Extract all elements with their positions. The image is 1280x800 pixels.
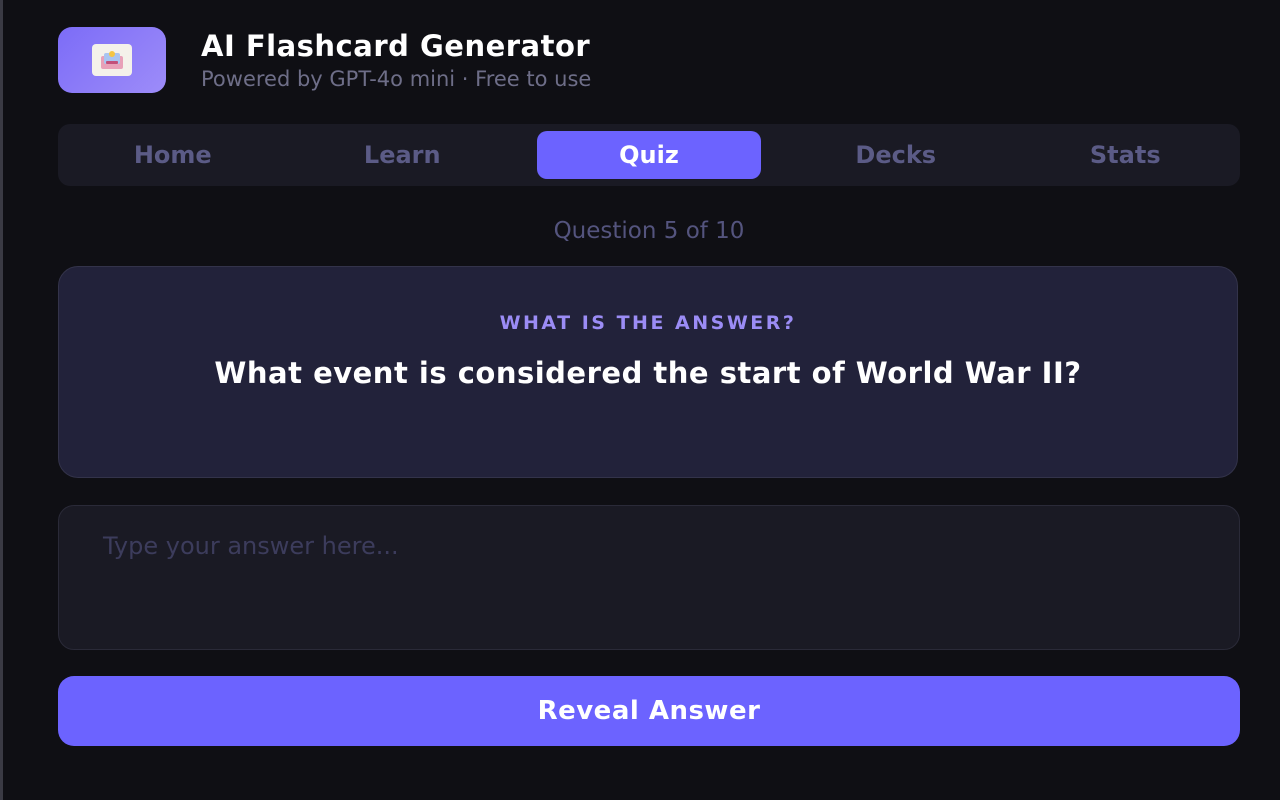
tab-stats[interactable]: Stats: [1015, 131, 1237, 179]
app-title: AI Flashcard Generator: [201, 29, 591, 63]
question-card: WHAT IS THE ANSWER? What event is consid…: [58, 266, 1238, 478]
nav-tabs: Home Learn Quiz Decks Stats: [58, 124, 1240, 186]
card-label: WHAT IS THE ANSWER?: [499, 312, 797, 334]
tab-home[interactable]: Home: [62, 131, 284, 179]
window-edge: [0, 0, 3, 800]
question-progress: Question 5 of 10: [553, 218, 745, 244]
tab-learn[interactable]: Learn: [292, 131, 514, 179]
app-subtitle: Powered by GPT-4o mini · Free to use: [201, 67, 592, 91]
app-header: AI Flashcard Generator Powered by GPT-4o…: [58, 27, 591, 93]
app-container: AI Flashcard Generator Powered by GPT-4o…: [58, 0, 1240, 800]
reveal-answer-button[interactable]: Reveal Answer: [58, 676, 1240, 746]
flashcard-logo-icon: [92, 44, 132, 76]
answer-input[interactable]: [58, 505, 1240, 650]
tab-decks[interactable]: Decks: [785, 131, 1007, 179]
question-text: What event is considered the start of Wo…: [214, 356, 1082, 390]
app-logo: [58, 27, 166, 93]
tab-quiz[interactable]: Quiz: [537, 131, 761, 179]
header-titles: AI Flashcard Generator Powered by GPT-4o…: [201, 28, 591, 92]
